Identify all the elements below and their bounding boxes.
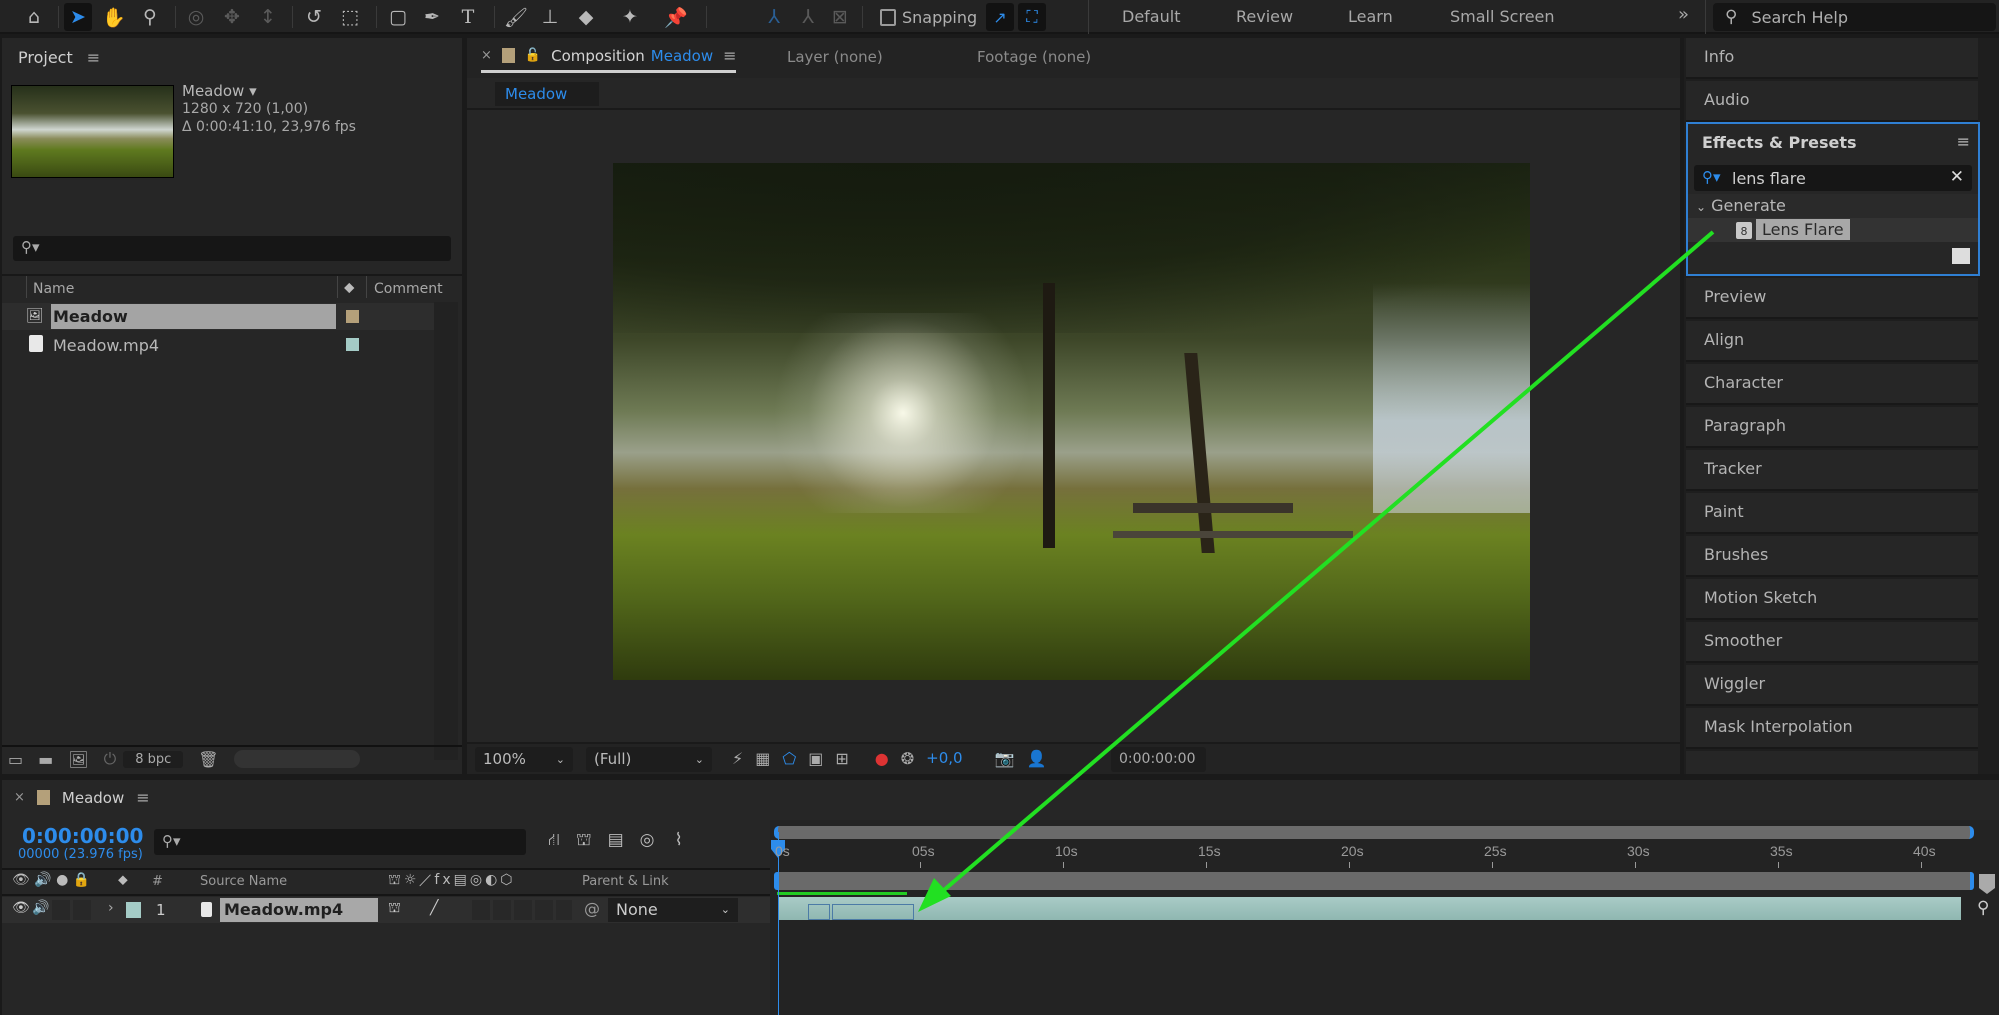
- arrow-head: [918, 878, 951, 912]
- arrow-line: [928, 230, 1715, 904]
- annotation-arrow: [918, 230, 1715, 912]
